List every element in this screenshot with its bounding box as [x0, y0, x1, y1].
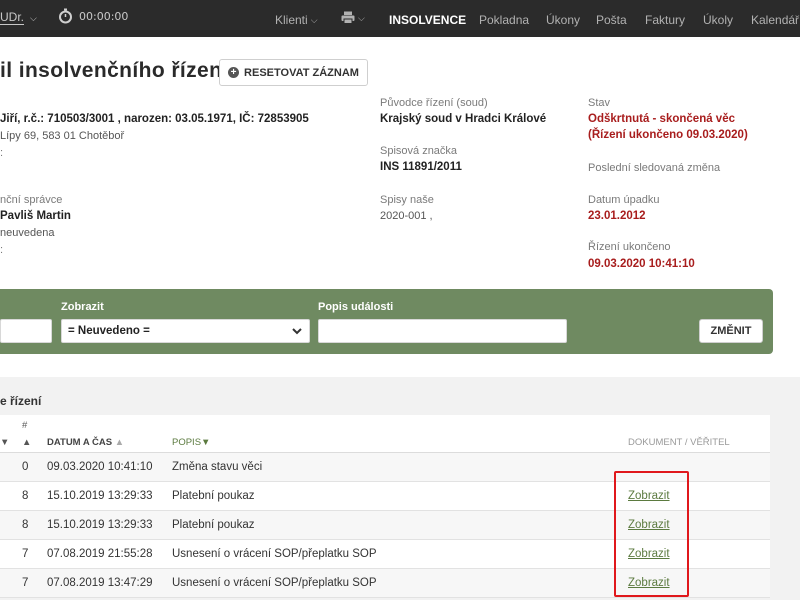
file-number-label: Spisová značka [380, 145, 458, 157]
events-table-header: ▼ # ▲ DATUM A ČAS ▲ POPIS▼ DOKUMENT / VĚ… [0, 415, 770, 453]
row-document-link[interactable]: Zobrazit [628, 519, 670, 531]
filter-bar: Zobrazit = Neuvedeno = Popis události ZM… [0, 289, 773, 354]
nav-pokladna[interactable]: Pokladna [479, 13, 529, 27]
filter-input-left[interactable] [0, 319, 52, 343]
reset-record-label: RESETOVAT ZÁZNAM [244, 66, 359, 79]
nav-faktury[interactable]: Faktury [645, 13, 685, 27]
row-description: Usnesení o vrácení SOP/přeplatku SOP [172, 548, 377, 560]
row-number: 7 [22, 577, 29, 589]
table-row: 0 09.03.2020 10:41:10 Změna stavu věci [0, 453, 770, 482]
timer-value: 00:00:00 [79, 9, 129, 23]
row-document-link[interactable]: Zobrazit [628, 490, 670, 502]
nav-kalendar-label: Kalendář [751, 13, 800, 27]
event-description-input[interactable] [318, 319, 567, 343]
events-table-body: 0 09.03.2020 10:41:10 Změna stavu věci 8… [0, 453, 770, 598]
show-select-value: = Neuvedeno = [68, 325, 150, 337]
nav-klienti-label: Klienti [275, 13, 308, 27]
row-number: 8 [22, 519, 29, 531]
events-section-title: e řízení [0, 394, 42, 408]
row-document-link[interactable]: Zobrazit [628, 577, 670, 589]
row-datetime: 07.08.2019 21:55:28 [47, 548, 153, 560]
nav-klienti[interactable]: Klienti ⌵ [275, 13, 318, 27]
chevron-down-icon: ⌵ [30, 12, 37, 23]
debtor-identity: Jiří, r.č.: 710503/3001 , narozen: 03.05… [0, 113, 309, 125]
row-number: 0 [22, 461, 29, 473]
row-description: Usnesení o vrácení SOP/přeplatku SOP [172, 577, 377, 589]
debtor-address: Lípy 69, 583 01 Chotěboř [0, 130, 125, 142]
document-column-header: DOKUMENT / VĚŘITEL [628, 437, 730, 448]
nav-faktury-label: Faktury [645, 13, 686, 27]
sort-desc-icon[interactable]: ▼ [0, 437, 9, 448]
ended-value: 09.03.2020 10:41:10 [588, 258, 695, 270]
sort-desc-icon: ▼ [201, 437, 211, 448]
row-datetime: 15.10.2019 13:29:33 [47, 519, 153, 531]
show-select[interactable]: = Neuvedeno = [61, 319, 310, 343]
row-number: 8 [22, 490, 29, 502]
reset-record-button[interactable]: + RESETOVAT ZÁZNAM [219, 59, 368, 86]
user-menu[interactable]: UDr. ⌵ [0, 11, 37, 25]
nav-kalendar[interactable]: Kalendář [751, 13, 799, 27]
printer-icon [341, 11, 355, 24]
bankruptcy-date-label: Datum úpadku [588, 194, 660, 206]
administrator-name: Pavliš Martin [0, 210, 71, 222]
our-files-label: Spisy naše [380, 194, 434, 206]
table-row: 8 15.10.2019 13:29:33 Platební poukaz Zo… [0, 511, 770, 540]
nav-insolvence-label: INSOLVENCE [389, 13, 467, 27]
origin-value: Krajský soud v Hradci Králové [380, 113, 547, 125]
administrator-extra2: : [0, 244, 4, 256]
row-number: 7 [22, 548, 29, 560]
nav-ukoly-label: Úkoly [703, 13, 734, 27]
events-table: ▼ # ▲ DATUM A ČAS ▲ POPIS▼ DOKUMENT / VĚ… [0, 415, 770, 598]
administrator-extra: neuvedena [0, 227, 55, 239]
nav-posta[interactable]: Pošta [596, 13, 627, 27]
stopwatch-icon [59, 8, 72, 24]
sort-asc-icon[interactable]: ▲ [22, 437, 31, 448]
plus-circle-icon: + [228, 67, 240, 78]
show-label: Zobrazit [61, 301, 104, 313]
ended-label: Řízení ukončeno [588, 241, 671, 253]
top-navigation-bar: UDr. ⌵ 00:00:00 Klienti ⌵ ⌵ INSOLVENCE Po… [0, 0, 800, 37]
bankruptcy-date-value: 23.01.2012 [588, 210, 646, 222]
row-datetime: 15.10.2019 13:29:33 [47, 490, 153, 502]
change-button[interactable]: ZMĚNIT [699, 319, 763, 343]
our-files-value: 2020-001 , [380, 210, 433, 222]
row-description: Změna stavu věci [172, 461, 263, 473]
nav-posta-label: Pošta [596, 13, 627, 27]
nav-pokladna-label: Pokladna [479, 13, 530, 27]
description-column-label: POPIS [172, 437, 202, 448]
chevron-down-icon: ⌵ [310, 15, 318, 25]
file-number-value: INS 11891/2011 [380, 161, 462, 173]
chevron-down-icon [292, 328, 302, 335]
last-change-label: Poslední sledovaná změna [588, 162, 721, 174]
description-column-header[interactable]: POPIS▼ [172, 437, 210, 448]
number-column-header[interactable]: # [22, 420, 27, 431]
nav-printer-menu[interactable]: ⌵ [341, 11, 365, 25]
state-value: Odškrtnutá - skončená věc [588, 113, 735, 125]
row-datetime: 07.08.2019 13:47:29 [47, 577, 153, 589]
table-row: 7 07.08.2019 21:55:28 Usnesení o vrácení… [0, 540, 770, 569]
datetime-column-label: DATUM A ČAS [47, 437, 113, 448]
timer[interactable]: 00:00:00 [58, 8, 128, 24]
state-label: Stav [588, 97, 611, 109]
nav-ukoly[interactable]: Úkoly [703, 13, 733, 27]
nav-ukony[interactable]: Úkony [546, 13, 580, 27]
event-description-label: Popis události [318, 301, 394, 313]
row-document-link[interactable]: Zobrazit [628, 548, 670, 560]
table-row: 7 07.08.2019 13:47:29 Usnesení o vrácení… [0, 569, 770, 598]
row-description: Platební poukaz [172, 519, 255, 531]
administrator-label: nční správce [0, 194, 63, 206]
row-description: Platební poukaz [172, 490, 255, 502]
state-note: (Řízení ukončeno 09.03.2020) [588, 129, 748, 141]
datetime-column-header[interactable]: DATUM A ČAS ▲ [47, 437, 124, 448]
user-name: UDr. [0, 10, 24, 25]
nav-insolvence[interactable]: INSOLVENCE [389, 13, 466, 27]
table-row: 8 15.10.2019 13:29:33 Platební poukaz Zo… [0, 482, 770, 511]
chevron-down-icon: ⌵ [358, 13, 365, 23]
origin-label: Původce řízení (soud) [380, 97, 488, 109]
nav-ukony-label: Úkony [546, 13, 581, 27]
page-title: il insolvenčního řízení [0, 59, 229, 82]
sort-asc-icon: ▲ [114, 437, 125, 448]
row-datetime: 09.03.2020 10:41:10 [47, 461, 153, 473]
debtor-extra: : [0, 147, 4, 159]
